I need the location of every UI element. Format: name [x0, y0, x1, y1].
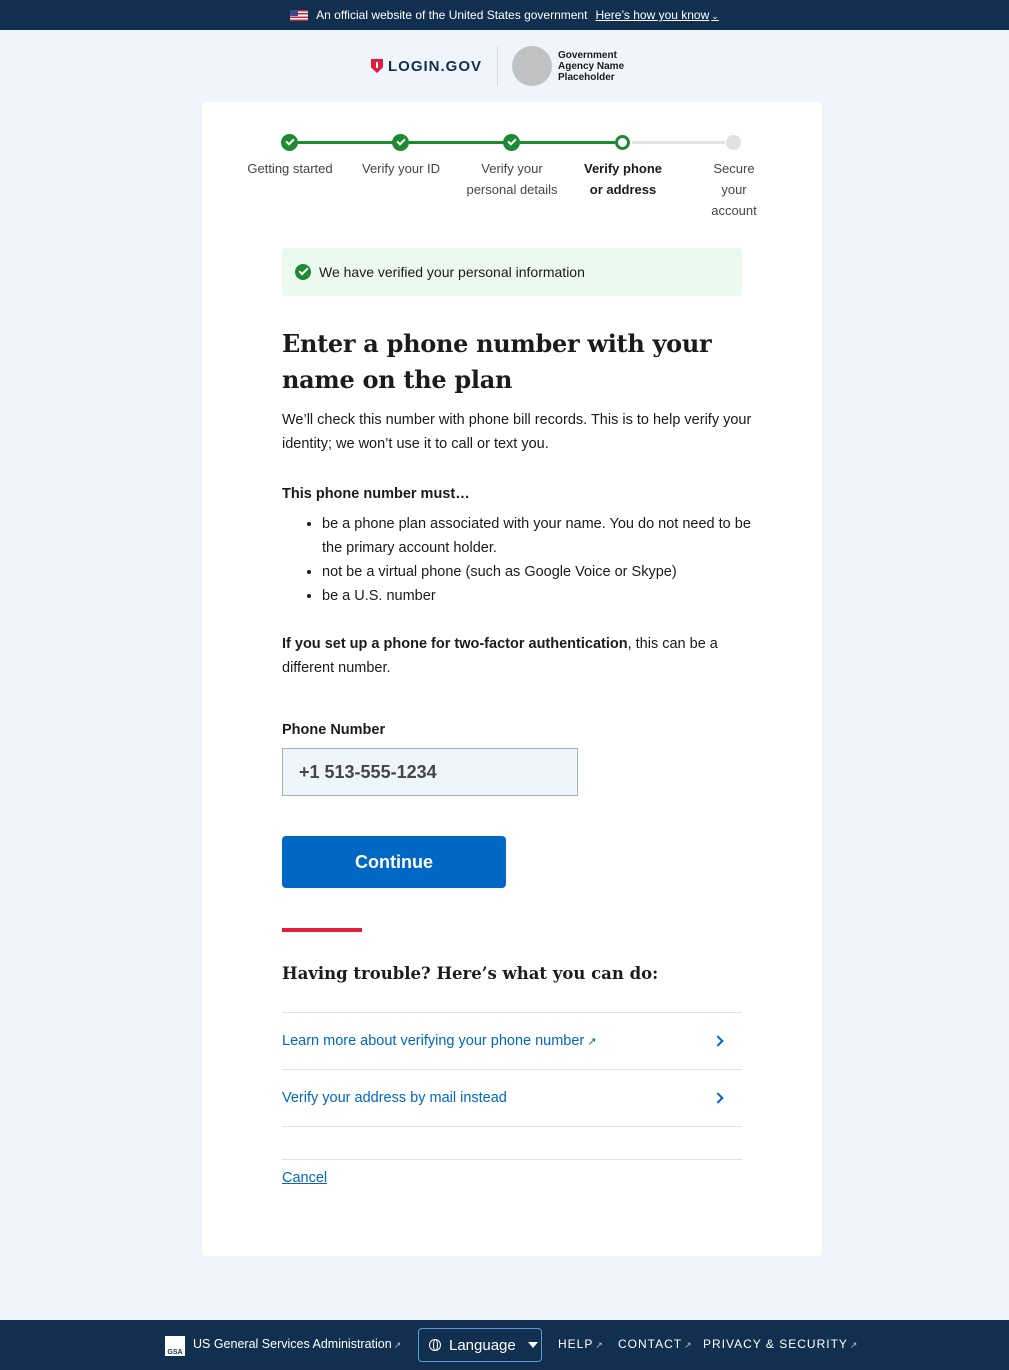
intro-text: We’ll check this number with phone bill … [282, 412, 752, 452]
step-connector [298, 141, 393, 144]
contact-link[interactable]: CONTACT ↗ [618, 1337, 693, 1351]
two-factor-note: If you set up a phone for two-factor aut… [282, 632, 752, 680]
external-link-icon: ↗ [595, 1340, 604, 1350]
verify-by-mail-link[interactable]: Verify your address by mail instead [282, 1070, 742, 1127]
heres-how-you-know-label[interactable]: Here’s how you know [595, 8, 709, 22]
check-circle-icon [295, 264, 311, 280]
phone-number-input[interactable]: +1 513-555-1234 [282, 748, 578, 796]
trouble-heading: Having trouble? Here’s what you can do: [282, 964, 659, 983]
step-connector [632, 141, 725, 144]
gsa-link[interactable]: US General Services Administration ↗ [193, 1337, 401, 1351]
agency-name: Government Agency Name Placeholder [558, 49, 625, 83]
step-indicator: Getting started Verify your ID Verify yo… [202, 102, 822, 222]
verify-by-mail-label[interactable]: Verify your address by mail instead [282, 1090, 507, 1106]
step-complete-icon [281, 134, 298, 151]
step-current-icon [615, 135, 630, 150]
site-header: LOGIN.GOV Government Agency Name Placeho… [0, 44, 1009, 88]
header-divider [497, 46, 498, 86]
language-selector[interactable]: Language [418, 1328, 542, 1362]
step-complete-icon [503, 134, 520, 151]
phone-number-label: Phone Number [282, 722, 386, 738]
language-label[interactable]: Language [449, 1337, 516, 1354]
step-label-verify-id: Verify your ID [361, 161, 441, 176]
requirements-title: This phone number must… [282, 486, 470, 502]
gsa-label[interactable]: US General Services Administration [193, 1337, 392, 1351]
step-label-getting-started: Getting started [247, 161, 333, 176]
list-item: be a U.S. number [322, 584, 752, 608]
step-incomplete-icon [726, 135, 741, 150]
heres-how-you-know-link[interactable]: Here’s how you know ⌄ [595, 8, 718, 22]
phone-number-value[interactable]: +1 513-555-1234 [299, 762, 437, 783]
step-connector [520, 141, 615, 144]
contact-label[interactable]: CONTACT [618, 1337, 682, 1351]
privacy-label[interactable]: PRIVACY & SECURITY [703, 1337, 848, 1351]
external-link-icon: ↗ [849, 1340, 859, 1350]
globe-icon [429, 1339, 441, 1351]
requirements-list: be a phone plan associated with your nam… [322, 512, 752, 608]
chevron-right-icon [712, 1035, 724, 1047]
learn-more-phone-link[interactable]: Learn more about verifying your phone nu… [282, 1013, 742, 1070]
learn-more-label-wrap[interactable]: Learn more about verifying your phone nu… [282, 1033, 596, 1049]
step-label-personal-details: Verify your personal details [466, 161, 558, 197]
step-connector [409, 141, 504, 144]
us-flag-icon [290, 9, 309, 21]
success-alert: We have verified your personal informati… [282, 248, 742, 296]
list-item: not be a virtual phone (such as Google V… [322, 560, 752, 584]
cancel-divider [282, 1159, 742, 1160]
external-link-icon: ↗ [393, 1340, 402, 1350]
shield-icon [370, 59, 383, 73]
continue-button[interactable]: Continue [282, 836, 506, 888]
chevron-right-icon [712, 1092, 724, 1104]
step-label-verify-phone: Verify phone or address [583, 161, 663, 197]
external-link-icon: ↗ [587, 1036, 597, 1048]
external-link-icon: ↗ [684, 1340, 693, 1350]
logo-text: LOGIN.GOV [387, 57, 482, 75]
two-factor-note-bold: If you set up a phone for two-factor aut… [282, 636, 628, 652]
gov-banner: An official website of the United States… [0, 0, 1009, 30]
step-complete-icon [392, 134, 409, 151]
alert-text: We have verified your personal informati… [319, 264, 585, 280]
agency-logo [512, 46, 552, 86]
privacy-security-link[interactable]: PRIVACY & SECURITY ↗ [703, 1337, 858, 1351]
learn-more-label[interactable]: Learn more about verifying your phone nu… [282, 1033, 584, 1049]
step-label-secure-account: Secure your account [711, 161, 757, 218]
page-title: Enter a phone number with your name on t… [282, 329, 712, 394]
chevron-down-icon[interactable]: ⌄ [711, 11, 719, 21]
caret-down-icon [527, 1342, 538, 1348]
list-item: be a phone plan associated with your nam… [322, 512, 752, 560]
login-gov-logo[interactable]: LOGIN.GOV [370, 57, 497, 75]
gov-banner-text: An official website of the United States… [316, 8, 588, 22]
gsa-logo-icon: GSA [165, 1336, 185, 1356]
help-label[interactable]: HELP [558, 1337, 593, 1351]
cancel-link[interactable]: Cancel [282, 1170, 327, 1186]
site-footer: GSA US General Services Administration ↗ … [0, 1320, 1009, 1370]
main-card: Getting started Verify your ID Verify yo… [202, 102, 822, 1256]
section-divider-accent [282, 928, 362, 932]
trouble-options-list: Learn more about verifying your phone nu… [282, 1012, 742, 1127]
help-link[interactable]: HELP ↗ [558, 1337, 604, 1351]
